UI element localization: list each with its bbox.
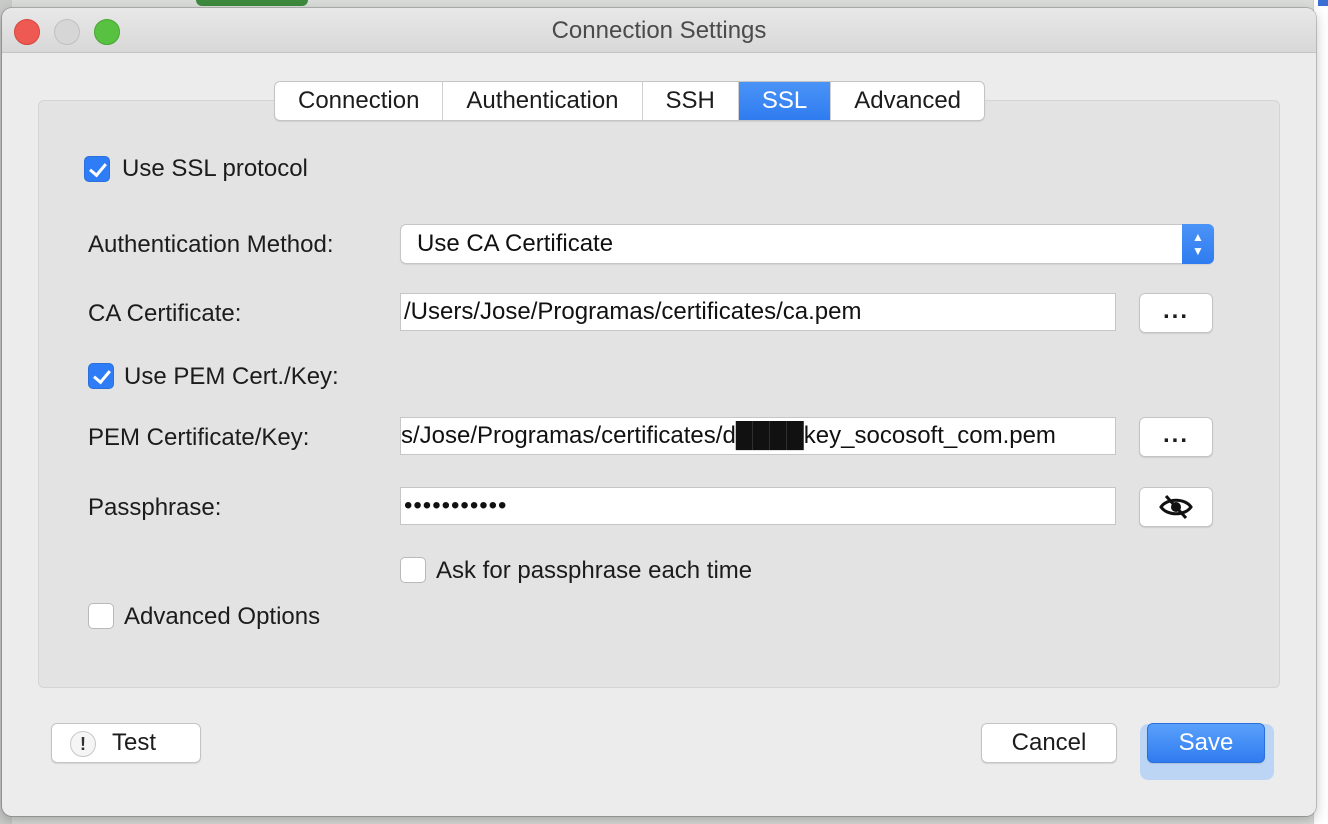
- ca-certificate-field[interactable]: /Users/Jose/Programas/certificates/ca.pe…: [400, 293, 1116, 331]
- background-app-decoration: [196, 0, 308, 6]
- tab-advanced[interactable]: Advanced: [831, 82, 984, 120]
- advanced-options-label: Advanced Options: [124, 603, 321, 630]
- pem-certificate-browse-button[interactable]: ...: [1139, 417, 1213, 457]
- toggle-password-visibility-button[interactable]: [1139, 487, 1213, 527]
- tab-bar: Connection Authentication SSH SSL Advanc…: [274, 81, 986, 121]
- titlebar: Connection Settings: [2, 8, 1316, 53]
- advanced-options-checkbox[interactable]: [88, 603, 114, 629]
- auth-method-label: Authentication Method:: [88, 231, 334, 258]
- auth-method-select[interactable]: Use CA Certificate ▲ ▼: [400, 224, 1214, 264]
- use-pem-label: Use PEM Cert./Key:: [124, 363, 339, 390]
- connection-settings-dialog: Connection Settings Connection Authentic…: [2, 8, 1316, 816]
- tab-connection[interactable]: Connection: [275, 82, 444, 120]
- tab-ssl[interactable]: SSL: [738, 82, 832, 120]
- ssl-settings-panel: [38, 100, 1280, 688]
- passphrase-label: Passphrase:: [88, 494, 222, 521]
- ca-certificate-label: CA Certificate:: [88, 300, 242, 327]
- ask-passphrase-label: Ask for passphrase each time: [436, 557, 753, 584]
- ca-certificate-browse-button[interactable]: ...: [1139, 293, 1213, 333]
- tab-authentication[interactable]: Authentication: [443, 82, 643, 120]
- passphrase-field[interactable]: •••••••••••: [400, 487, 1116, 525]
- cancel-button[interactable]: Cancel: [981, 723, 1117, 763]
- warning-icon: !: [70, 730, 96, 757]
- chevron-up-down-icon: ▲ ▼: [1182, 224, 1214, 264]
- use-pem-checkbox[interactable]: [88, 363, 114, 389]
- eye-slash-icon: [1159, 494, 1193, 520]
- ask-passphrase-checkbox[interactable]: [400, 557, 426, 583]
- pem-certificate-label: PEM Certificate/Key:: [88, 424, 310, 451]
- test-button[interactable]: ! Test: [51, 723, 201, 763]
- window-title: Connection Settings: [551, 17, 767, 44]
- auth-method-value: Use CA Certificate: [417, 230, 614, 257]
- save-button[interactable]: Save: [1147, 723, 1265, 763]
- use-ssl-checkbox[interactable]: [84, 156, 110, 182]
- background-app-decoration-blue: [1318, 0, 1328, 6]
- test-button-label: Test: [112, 729, 157, 756]
- use-ssl-label: Use SSL protocol: [122, 155, 308, 182]
- tab-ssh[interactable]: SSH: [643, 82, 739, 120]
- pem-certificate-field[interactable]: s/Jose/Programas/certificates/d████key_s…: [400, 417, 1116, 455]
